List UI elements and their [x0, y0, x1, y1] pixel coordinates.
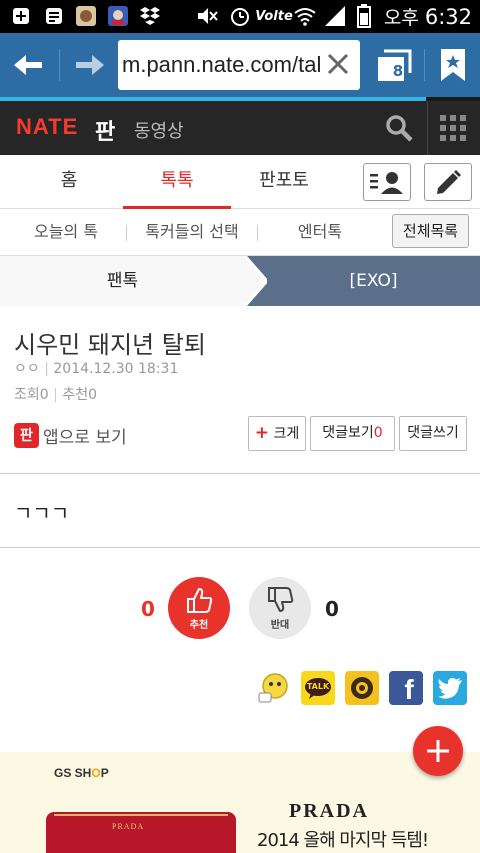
breadcrumb: 팬톡 [EXO]: [0, 256, 480, 306]
wifi-icon: [292, 6, 318, 26]
clear-url-icon[interactable]: [326, 52, 350, 76]
url-bar[interactable]: m.pann.nate.com/tal: [118, 40, 360, 90]
pann-app-icon: 판: [14, 422, 39, 448]
kakaotalk-share-icon[interactable]: TALK: [301, 671, 335, 705]
write-comment-label: 댓글쓰기: [407, 425, 459, 441]
signal-icon: [322, 6, 348, 26]
status-bar: Volte 오후 6:32: [0, 0, 480, 33]
twitter-share-icon[interactable]: [433, 671, 467, 705]
tab-home[interactable]: 홈: [30, 155, 108, 209]
upvote-button[interactable]: 추천: [168, 577, 230, 639]
write-comment-button[interactable]: 댓글쓰기: [399, 416, 467, 451]
all-list-button[interactable]: 전체목록: [392, 214, 469, 248]
breadcrumb-parent[interactable]: 팬톡: [0, 256, 245, 306]
status-ampm: 오후: [383, 7, 419, 29]
main-tabs: 홈 톡톡 판포토: [0, 155, 480, 209]
pencil-icon: [437, 170, 461, 194]
menu-grid-icon[interactable]: [440, 115, 466, 141]
bag-logo: PRADA: [112, 822, 145, 831]
open-in-app-label: 앱으로 보기: [43, 427, 127, 448]
font-size-label: 크게: [273, 426, 300, 442]
subtab-talkers-choice[interactable]: 톡커들의 선택: [134, 209, 250, 255]
back-button[interactable]: [0, 33, 58, 97]
site-header: NATE 판 동영상: [0, 101, 480, 155]
font-size-button[interactable]: + 크게: [248, 416, 306, 451]
plus-icon: +: [254, 423, 270, 443]
kakaostory-share-icon[interactable]: [345, 671, 379, 705]
tab-toktok[interactable]: 톡톡: [123, 155, 231, 209]
status-clock: 6:32: [424, 5, 472, 29]
nate-logo[interactable]: NATE: [16, 114, 78, 140]
forward-arrow-icon: [76, 55, 104, 75]
battery-icon: [354, 4, 374, 28]
write-button[interactable]: [424, 163, 472, 201]
forward-button[interactable]: [60, 33, 118, 97]
wallet-image: PRADA: [46, 812, 236, 853]
facebook-glyph: f: [404, 674, 414, 705]
thumbs-down-icon: [268, 586, 294, 612]
status-time: 오후 6:32: [384, 3, 472, 30]
upvote-label: 추천: [189, 619, 209, 631]
downvote-label: 반대: [270, 619, 290, 631]
volte-icon: Volte: [255, 8, 293, 24]
facebook-share-icon[interactable]: f: [389, 671, 423, 705]
subtab-enter-talk[interactable]: 엔터톡: [274, 209, 366, 255]
recommend-label: 추천: [62, 387, 89, 403]
view-comments-label: 댓글보기: [322, 425, 374, 441]
article-title: 시우민 돼지년 탈퇴: [14, 331, 206, 359]
tab-count: 8: [392, 62, 404, 80]
ad-banner[interactable]: GS SHOP PRADA PRADA 2014 올해 마지막 득템!: [0, 752, 480, 853]
subtab-today-talk[interactable]: 오늘의 톡: [14, 209, 118, 255]
divider: [0, 547, 480, 548]
breadcrumb-arrow: [245, 256, 267, 306]
open-in-app-link[interactable]: 판 앱으로 보기: [14, 422, 127, 448]
thumbs-up-icon: [187, 587, 213, 613]
views-count: 0: [39, 387, 49, 403]
downvote-count: 0: [325, 597, 339, 621]
article-body: ㄱㄱㄱ: [14, 501, 70, 525]
video-link[interactable]: 동영상: [134, 117, 184, 143]
divider: [0, 473, 480, 474]
app-icon: [74, 6, 98, 26]
breadcrumb-current[interactable]: [EXO]: [245, 256, 480, 306]
article-meta: ㅇㅇ | 2014.12.30 18:31: [14, 361, 179, 377]
article-stats: 조회0 | 추천0: [14, 387, 97, 403]
kakaotalk-label: TALK: [306, 682, 330, 691]
upvote-count: 0: [141, 597, 155, 621]
app-icon: [106, 6, 130, 26]
pann-logo[interactable]: 판: [95, 114, 115, 146]
floating-add-button[interactable]: [413, 726, 463, 776]
downvote-button[interactable]: 반대: [249, 577, 311, 639]
ad-brand: PRADA: [289, 800, 369, 822]
views-label: 조회: [14, 387, 40, 403]
article-datetime: 2014.12.30 18:31: [53, 361, 179, 377]
recommend-count: 0: [88, 387, 97, 403]
clipboard-icon: [43, 6, 65, 26]
plus-icon: [427, 740, 449, 762]
plus-icon: [10, 6, 32, 26]
gs-shop-logo: GS SHOP: [54, 766, 109, 780]
article-author[interactable]: ㅇㅇ: [14, 361, 40, 377]
browser-toolbar: m.pann.nate.com/tal 8: [0, 33, 480, 97]
tabs-button[interactable]: 8: [366, 33, 422, 97]
back-arrow-icon: [14, 55, 42, 75]
user-list-icon: [370, 172, 403, 194]
alarm-icon: [228, 6, 252, 26]
ad-promo-text: 2014 올해 마지막 득템!: [257, 830, 429, 851]
bookmark-button[interactable]: [425, 33, 480, 97]
tab-panphoto[interactable]: 판포토: [244, 155, 324, 209]
bookmark-icon: [440, 49, 465, 81]
comment-count: 0: [373, 425, 383, 441]
view-comments-button[interactable]: 댓글보기0: [310, 416, 395, 451]
mute-icon: [194, 6, 220, 26]
my-profile-button[interactable]: [363, 163, 411, 201]
search-icon[interactable]: [384, 113, 414, 143]
dropbox-icon: [138, 6, 162, 26]
sub-tabs: 오늘의 톡 톡커들의 선택 엔터톡 전체목록: [0, 209, 480, 256]
url-text: m.pann.nate.com/tal: [122, 52, 322, 77]
share-emoticon-icon[interactable]: [256, 671, 290, 705]
